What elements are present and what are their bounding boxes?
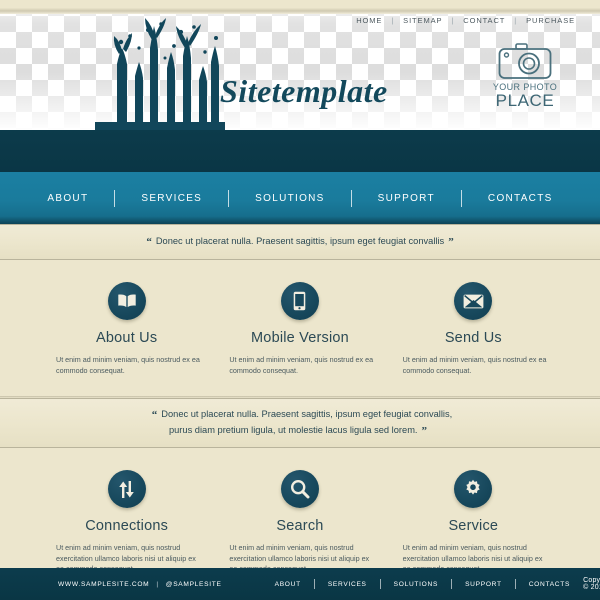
quote-close-mark: ” [421,425,428,437]
book-icon [107,282,146,320]
footer-link-solutions[interactable]: SOLUTIONS [381,581,451,588]
nav-item-solutions[interactable]: SOLUTIONS [229,193,351,204]
features-row-1: About Us Ut enim ad minim veniam, quis n… [0,260,600,396]
site-title: Sitetemplate [220,73,388,109]
gear-icon [454,470,493,508]
nav-item-services[interactable]: SERVICES [115,193,228,204]
transfer-arrows-icon [107,470,146,508]
envelope-icon [454,282,493,320]
quote-middle-line1: Donec ut placerat nulla. Praesent sagitt… [161,409,453,419]
mobile-phone-icon [280,282,319,320]
top-nav-sitemap[interactable]: SITEMAP [394,16,451,25]
header-dark-band [0,130,600,172]
feature-card-send-us[interactable]: Send Us Ut enim ad minim veniam, quis no… [387,282,560,376]
feature-card-service[interactable]: Service Ut enim ad minim veniam, quis no… [387,470,560,575]
nav-item-about[interactable]: ABOUT [21,193,114,204]
feature-title: About Us [96,330,158,346]
nav-item-contacts[interactable]: CONTACTS [462,193,579,204]
quote-bar-top: “Donec ut placerat nulla. Praesent sagit… [0,224,600,260]
feature-text: Ut enim ad minim veniam, quis nostrud ex… [229,355,374,375]
feature-title: Send Us [444,330,502,346]
header-top-strip [0,0,600,14]
feature-text: Ut enim ad minim veniam, quis nostrud ex… [56,355,200,375]
feature-title: Search [276,518,324,534]
feature-card-connections[interactable]: Connections Ut enim ad minim veniam, qui… [40,470,213,575]
photo-placeholder-line2: PLACE [495,91,555,110]
quote-middle-line2: purus diam pretium ligula, ut molestie l… [168,425,418,435]
website-template-page: HOME | SITEMAP | CONTACT | PURCHASE Site… [0,0,600,600]
main-navigation-bar: ABOUT SERVICES SOLUTIONS SUPPORT CONTACT… [0,172,600,224]
quote-bar-middle: “Donec ut placerat nulla. Praesent sagit… [0,398,600,448]
camera-icon [498,43,552,79]
top-nav-contact[interactable]: CONTACT [454,16,514,25]
footer-separator: | [156,580,159,588]
footer-contact-group: WWW.SAMPLESITE.COM | @SAMPLESITE [0,581,222,588]
feature-title: Mobile Version [251,330,349,346]
footer-website-link[interactable]: WWW.SAMPLESITE.COM [58,581,149,588]
footer-navigation[interactable]: ABOUT SERVICES SOLUTIONS SUPPORT CONTACT… [262,579,584,589]
header-banner: HOME | SITEMAP | CONTACT | PURCHASE Site… [0,0,600,130]
feature-card-mobile-version[interactable]: Mobile Version Ut enim ad minim veniam, … [213,282,386,376]
feature-card-about-us[interactable]: About Us Ut enim ad minim veniam, quis n… [40,282,213,376]
footer-copyright: Copyright © 2013 [583,577,600,591]
feature-text: Ut enim ad minim veniam, quis nostrud ex… [402,355,547,375]
feature-card-search[interactable]: Search Ut enim ad minim veniam, quis nos… [213,470,386,575]
feature-title: Connections [85,518,169,534]
top-navigation[interactable]: HOME | SITEMAP | CONTACT | PURCHASE [347,16,584,25]
quote-open-mark: “ [151,409,158,421]
quote-open-mark: “ [146,236,152,248]
feature-title: Service [448,518,499,534]
footer-link-support[interactable]: SUPPORT [452,581,515,588]
quote-top-text: Donec ut placerat nulla. Praesent sagitt… [155,236,445,246]
footer-link-contacts[interactable]: CONTACTS [516,581,583,588]
footer: WWW.SAMPLESITE.COM | @SAMPLESITE ABOUT S… [0,568,600,600]
footer-link-services[interactable]: SERVICES [315,581,380,588]
grass-silhouette-icon [95,18,225,130]
footer-link-about[interactable]: ABOUT [262,581,314,588]
top-nav-purchase[interactable]: PURCHASE [517,16,584,25]
main-navigation[interactable]: ABOUT SERVICES SOLUTIONS SUPPORT CONTACT… [0,172,600,224]
quote-close-mark: ” [448,236,454,248]
magnifier-icon [280,470,319,508]
photo-placeholder[interactable]: YOUR PHOTO PLACE [483,42,567,111]
nav-item-support[interactable]: SUPPORT [352,193,461,204]
top-nav-home[interactable]: HOME [347,16,391,25]
footer-social-handle[interactable]: @SAMPLESITE [166,581,222,588]
